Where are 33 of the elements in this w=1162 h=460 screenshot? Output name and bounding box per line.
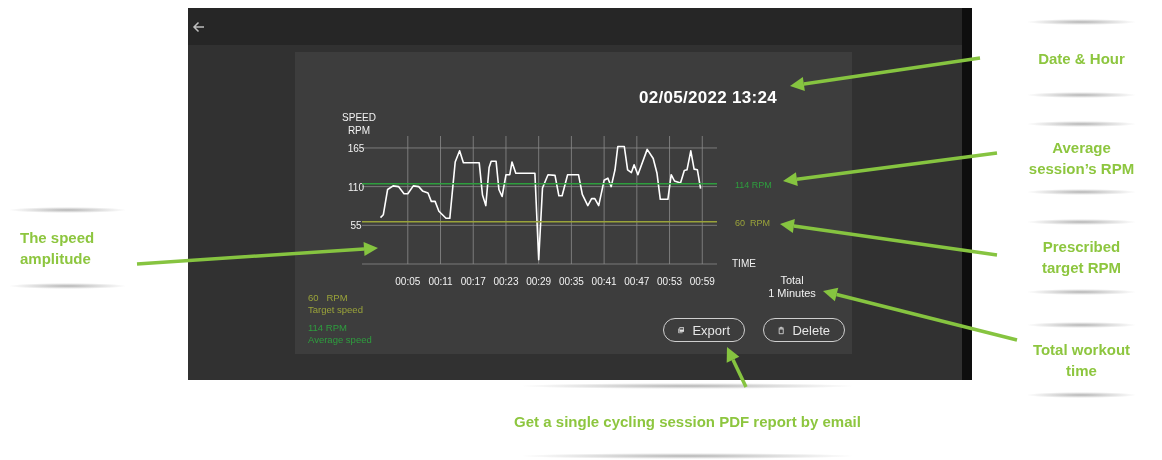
callout-text: Date & Hour	[1038, 49, 1125, 69]
x-tick-label: 00:17	[460, 276, 486, 287]
reference-label: 114 RPM	[735, 179, 772, 190]
axis-title: SPEED	[342, 112, 376, 123]
x-tick-label: 00:47	[624, 276, 650, 287]
callout-arrow	[726, 347, 748, 388]
x-tick-label: 00:05	[395, 276, 421, 287]
axis-title: RPM	[347, 125, 371, 136]
y-tick-label: 110	[348, 181, 364, 193]
x-tick-label: 00:41	[591, 276, 617, 287]
session-datetime: 02/05/2022 13:24	[637, 87, 778, 108]
x-tick-label: 00:11	[428, 276, 453, 287]
reference-label: 60 RPM	[735, 217, 770, 228]
x-tick-label: 00:35	[558, 276, 584, 287]
y-tick-label: 55	[350, 220, 362, 232]
x-tick-label: 00:23	[493, 276, 519, 287]
x-tick-label: 00:53	[657, 276, 683, 287]
x-tick-label: 00:59	[689, 276, 715, 287]
legend-label: Target speed	[308, 304, 364, 316]
callout-text: Prescribed target RPM	[1040, 237, 1123, 278]
legend-label: Average speed	[308, 334, 372, 346]
legend-value: 114 RPM	[308, 322, 348, 334]
callout-text: Get a single cycling session PDF report by email	[514, 411, 861, 432]
x-tick-label: 00:29	[526, 276, 552, 287]
legend-value: 60 RPM	[308, 292, 349, 304]
total-value: 1 Minutes	[768, 287, 816, 300]
callout-text: The speed amplitude	[19, 228, 96, 269]
axis-title: TIME	[732, 258, 756, 269]
y-tick-label: 165	[347, 142, 365, 154]
back-arrow-icon[interactable]	[192, 20, 205, 33]
total-label: Total	[780, 274, 804, 287]
callout-text: Average session’s RPM	[1027, 138, 1136, 179]
callout-text: Total workout time	[1031, 340, 1132, 381]
